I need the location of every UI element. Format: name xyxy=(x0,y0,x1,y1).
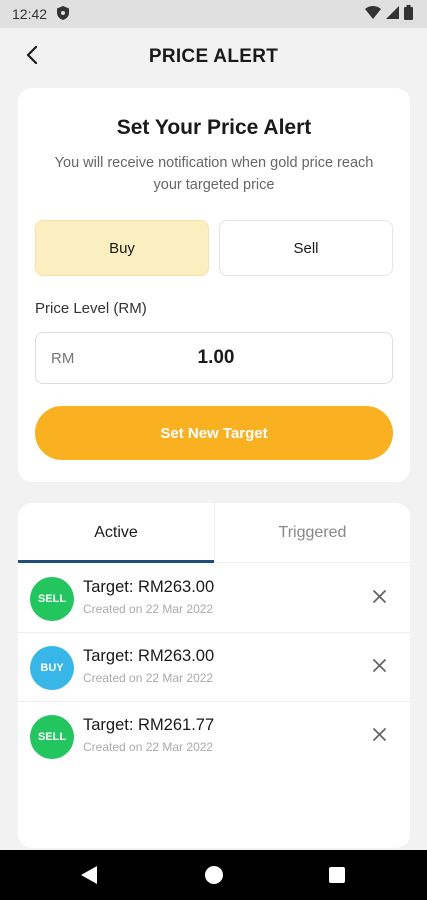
alert-target: Target: RM261.77 xyxy=(83,716,215,734)
app-header: PRICE ALERT xyxy=(0,28,427,86)
page-title: PRICE ALERT xyxy=(148,46,279,67)
price-alert-card: Set Your Price Alert You will receive no… xyxy=(18,88,410,482)
tab-triggered[interactable]: Triggered xyxy=(214,503,410,563)
alerts-list-card: Active Triggered SELL Target: RM263.00 C… xyxy=(18,503,410,848)
card-description: You will receive notification when gold … xyxy=(54,155,374,193)
card-title: Set Your Price Alert xyxy=(116,116,312,139)
nav-home-button[interactable] xyxy=(205,866,223,884)
back-button[interactable] xyxy=(18,43,46,71)
price-level-field[interactable]: RM xyxy=(35,332,393,384)
buy-badge: BUY xyxy=(30,646,74,690)
alert-created-date: Created on 22 Mar 2022 xyxy=(83,671,214,685)
alert-target: Target: RM263.00 xyxy=(83,578,215,596)
alert-tabs: Active Triggered xyxy=(18,503,410,563)
alert-row: SELL Target: RM261.77 Created on 22 Mar … xyxy=(18,702,410,771)
price-level-label: Price Level (RM) xyxy=(35,300,147,317)
buy-toggle-button[interactable]: Buy xyxy=(35,220,209,276)
tab-underline xyxy=(18,560,214,563)
nav-back-button[interactable] xyxy=(80,865,98,890)
alert-target: Target: RM263.00 xyxy=(83,647,215,665)
delete-alert-button[interactable] xyxy=(370,590,388,608)
alert-created-date: Created on 22 Mar 2022 xyxy=(83,740,214,754)
alert-row: SELL Target: RM263.00 Created on 22 Mar … xyxy=(18,564,410,633)
status-bar: 12:42 xyxy=(0,0,427,28)
tab-active[interactable]: Active xyxy=(18,503,214,563)
status-left: 12:42 xyxy=(12,5,70,23)
set-new-target-button[interactable]: Set New Target xyxy=(35,406,393,460)
close-icon xyxy=(372,659,386,677)
battery-icon xyxy=(404,5,413,23)
system-nav-bar xyxy=(0,850,427,900)
sell-toggle-button[interactable]: Sell xyxy=(219,220,393,276)
currency-prefix: RM xyxy=(51,349,75,367)
alert-created-date: Created on 22 Mar 2022 xyxy=(83,602,214,616)
wifi-icon xyxy=(365,6,381,22)
signal-icon xyxy=(386,6,399,22)
tab-active-label: Active xyxy=(94,524,138,541)
status-time: 12:42 xyxy=(12,6,48,22)
price-input[interactable] xyxy=(96,347,336,369)
chevron-left-icon xyxy=(26,45,38,69)
sell-badge: SELL xyxy=(30,715,74,759)
triangle-back-icon xyxy=(80,866,98,889)
status-right xyxy=(365,5,413,23)
shield-icon xyxy=(57,5,70,23)
close-icon xyxy=(372,728,386,746)
nav-recents-button[interactable] xyxy=(329,867,345,883)
delete-alert-button[interactable] xyxy=(370,728,388,746)
close-icon xyxy=(372,590,386,608)
alert-row: BUY Target: RM263.00 Created on 22 Mar 2… xyxy=(18,633,410,702)
delete-alert-button[interactable] xyxy=(370,659,388,677)
tab-triggered-label: Triggered xyxy=(278,523,347,541)
sell-badge: SELL xyxy=(30,577,74,621)
